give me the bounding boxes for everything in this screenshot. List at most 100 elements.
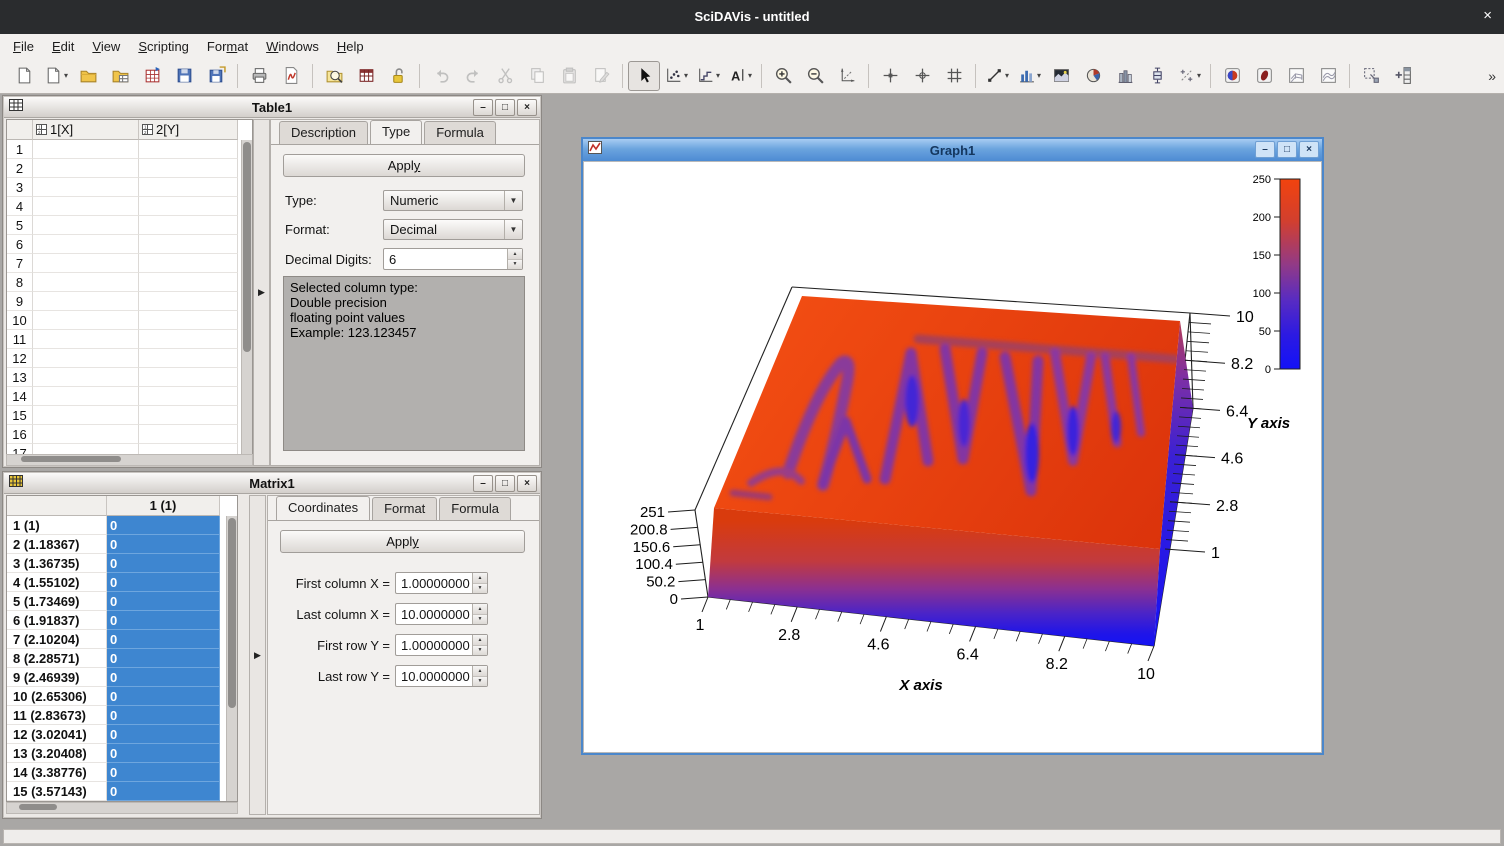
export-pdf-icon[interactable] [275,61,307,91]
matrix-cell[interactable]: 0 [107,687,220,706]
redo-icon[interactable] [457,61,489,91]
spin-down-button[interactable]: ▼ [473,646,487,656]
table-cell[interactable] [139,178,238,197]
row-header[interactable]: 15 [7,406,33,425]
spin-down-button[interactable]: ▼ [473,677,487,687]
table1-vscrollbar[interactable] [241,140,252,454]
table-cell[interactable] [33,406,139,425]
graph1-title-bar[interactable]: Graph1 – □ × [583,139,1322,162]
matrix-cell[interactable]: 0 [107,782,220,801]
data-reader-icon[interactable] [874,61,906,91]
matrix-cell[interactable]: 0 [107,592,220,611]
matrix1-hscrollbar[interactable] [6,802,238,814]
table-cell[interactable] [139,387,238,406]
close-button[interactable]: × [517,475,537,492]
table-cell[interactable] [33,425,139,444]
matrix-row-header[interactable]: 12 (3.02041) [7,725,107,744]
resize-layer-icon[interactable] [1355,61,1387,91]
table1-tab-description[interactable]: Description [279,121,368,144]
minimize-button[interactable]: – [473,475,493,492]
pie-chart-icon[interactable] [1077,61,1109,91]
matrix-cell[interactable]: 0 [107,630,220,649]
add-layer-icon[interactable] [1387,61,1419,91]
table-cell[interactable] [139,254,238,273]
table-cell[interactable] [139,330,238,349]
table1-tab-formula[interactable]: Formula [424,121,496,144]
table-cell[interactable] [139,311,238,330]
row-header[interactable]: 5 [7,216,33,235]
matrix-row-header[interactable]: 2 (1.18367) [7,535,107,554]
table-cell[interactable] [139,159,238,178]
minimize-button[interactable]: – [1255,141,1275,158]
box-plot-icon[interactable] [1141,61,1173,91]
results-log-icon[interactable] [350,61,382,91]
plot-bars-icon[interactable]: ▾ [1013,61,1045,91]
spin-up-button[interactable]: ▲ [473,604,487,615]
table-cell[interactable] [139,349,238,368]
paste-icon[interactable] [553,61,585,91]
table-cell[interactable] [33,178,139,197]
matrix1-vscrollbar[interactable] [226,516,237,801]
matrix-row-header[interactable]: 6 (1.91837) [7,611,107,630]
table-cell[interactable] [33,235,139,254]
spin-up-button[interactable]: ▲ [473,666,487,677]
matrix-row-header[interactable]: 3 (1.36735) [7,554,107,573]
image-plot-icon[interactable] [1045,61,1077,91]
lock-toolbars-icon[interactable] [382,61,414,91]
row-header[interactable]: 11 [7,330,33,349]
row-header[interactable]: 16 [7,425,33,444]
scrollbar-thumb[interactable] [19,804,57,810]
scrollbar-thumb[interactable] [21,456,121,462]
row-header[interactable]: 6 [7,235,33,254]
copy-icon[interactable] [521,61,553,91]
matrix-cell[interactable]: 0 [107,744,220,763]
plot-3d-bars-icon[interactable] [1109,61,1141,91]
row-header[interactable]: 10 [7,311,33,330]
table-cell[interactable] [139,216,238,235]
matrix-row-header[interactable]: 10 (2.65306) [7,687,107,706]
first-row-y-spinbox[interactable]: 1.00000000▲▼ [395,634,488,656]
spin-down-button[interactable]: ▼ [473,615,487,625]
app-close-button[interactable]: × [1483,7,1492,24]
matrix-column-header[interactable]: 1 (1) [107,496,220,516]
matrix-row-header[interactable]: 11 (2.83673) [7,706,107,725]
matrix-cell[interactable]: 0 [107,554,220,573]
cut-icon[interactable] [489,61,521,91]
matrix-cell[interactable]: 0 [107,516,220,535]
matrix-cell[interactable]: 0 [107,706,220,725]
matrix1-tab-formula[interactable]: Formula [439,497,511,520]
import-ascii-icon[interactable] [136,61,168,91]
maximize-button[interactable]: □ [495,99,515,116]
zoom-out-icon[interactable] [799,61,831,91]
minimize-button[interactable]: – [473,99,493,116]
spin-up-button[interactable]: ▲ [473,573,487,584]
column-header[interactable]: 121[X] [33,120,139,140]
menu-item-file[interactable]: File [4,36,43,57]
select-range-icon[interactable] [906,61,938,91]
table-cell[interactable] [33,197,139,216]
print-icon[interactable] [243,61,275,91]
row-header[interactable]: 14 [7,387,33,406]
table-cell[interactable] [33,159,139,178]
matrix-cell[interactable]: 0 [107,725,220,744]
matrix-row-header[interactable]: 5 (1.73469) [7,592,107,611]
open-template-icon[interactable] [104,61,136,91]
matrix-cell[interactable]: 0 [107,668,220,687]
table1-hscrollbar[interactable] [6,454,253,466]
trajectory-3d-icon[interactable] [1248,61,1280,91]
row-header[interactable]: 8 [7,273,33,292]
matrix1-grid[interactable]: 1 (1)1 (1)02 (1.18367)03 (1.36735)04 (1.… [6,495,238,802]
matrix-row-header[interactable]: 4 (1.55102) [7,573,107,592]
matrix-row-header[interactable]: 14 (3.38776) [7,763,107,782]
matrix-cell[interactable]: 0 [107,649,220,668]
pointer-icon[interactable] [628,61,660,91]
plot-canvas[interactable]: 250200150100500 12.84.66.48.210 108.26.4… [583,161,1322,753]
mesh-3d-icon[interactable] [1280,61,1312,91]
special-curves-icon[interactable]: ▾ [1173,61,1205,91]
column-header[interactable]: 122[Y] [139,120,238,140]
matrix-cell[interactable]: 0 [107,611,220,630]
table1-title-bar[interactable]: Table1 – □ × [4,97,540,118]
row-header[interactable]: 9 [7,292,33,311]
matrix-row-header[interactable]: 7 (2.10204) [7,630,107,649]
matrix1-tab-format[interactable]: Format [372,497,437,520]
